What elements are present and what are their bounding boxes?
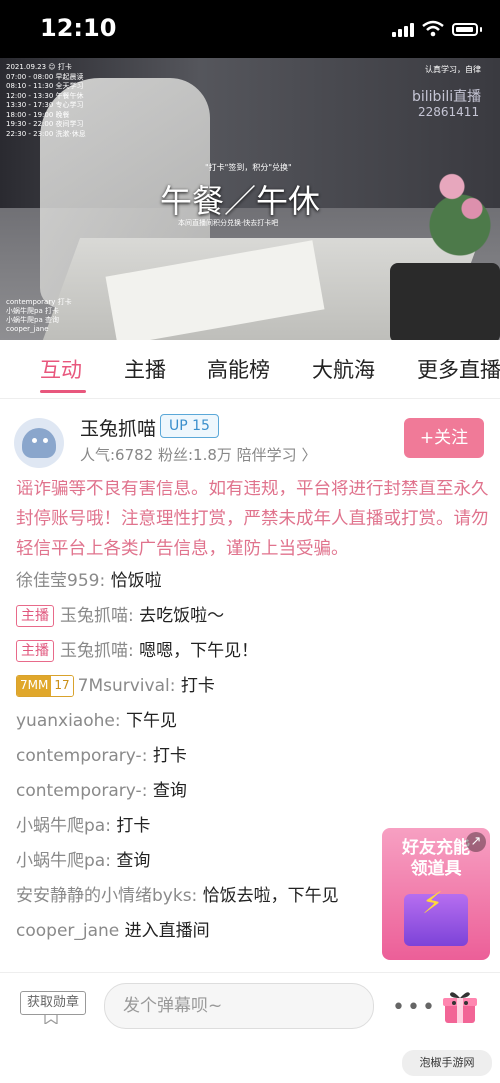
chat-message: yuanxiaohe: 下午见: [16, 704, 490, 739]
avatar[interactable]: [14, 418, 64, 468]
chat-username[interactable]: contemporary-:: [16, 746, 147, 766]
chat-username[interactable]: 玉兔抓喵:: [60, 606, 134, 626]
chat-text: 去吃饭啦～: [133, 606, 225, 626]
chat-username[interactable]: 7Msurvival:: [78, 676, 176, 696]
chat-username[interactable]: 小蜗牛爬pa:: [16, 851, 111, 871]
chat-message: contemporary-: 查询: [16, 774, 490, 809]
friend-charge-promo[interactable]: 好友充能 领道具 ⚡ ↗: [382, 828, 490, 960]
schedule-line: 19:30 - 22:00 夜间学习: [6, 120, 84, 128]
tab-guard[interactable]: 大航海: [312, 354, 375, 384]
battery-icon: [452, 23, 478, 36]
chat-message: contemporary-: 打卡: [16, 739, 490, 774]
schedule-line: 2021.09.23 ☺ 打卡: [6, 63, 72, 71]
gift-icon[interactable]: [442, 989, 478, 1025]
chat-text: 查询: [147, 781, 187, 801]
overlay-chat-line: 小蜗牛爬pa 查询: [6, 316, 59, 324]
chat-text: 恰饭去啦，下午见: [197, 886, 339, 906]
active-tab-indicator: [40, 390, 86, 393]
schedule-line: 08:10 - 11:30 全天学习: [6, 82, 84, 90]
video-chat-overlay: contemporary 打卡 小蜗牛爬pa 打卡 小蜗牛爬pa 查询 coop…: [6, 298, 121, 334]
bilibili-live-logo: bilibili直播: [412, 89, 482, 105]
schedule-overlay: 2021.09.23 ☺ 打卡 07:00 - 08:00 早起晨读 08:10…: [6, 63, 106, 139]
clock: 12:10: [40, 14, 117, 42]
room-id: 22861411: [418, 105, 480, 119]
video-title-top: "打卡"签到，积分"兑换": [205, 163, 292, 172]
video-title-sub: 本间直播间积分兑换·快去打卡吧: [178, 219, 279, 227]
chat-username[interactable]: 安安静静的小情绪byks:: [16, 886, 197, 906]
battery-tip: [480, 27, 482, 32]
promo-line2: 领道具: [410, 859, 462, 879]
chat-message: 主播 玉兔抓喵: 嗯嗯，下午见！: [16, 634, 490, 669]
site-watermark: 泡椒手游网: [402, 1050, 492, 1076]
schedule-line: 18:00 - 19:00 晚餐: [6, 110, 70, 119]
schedule-line: 07:00 - 08:00 早起晨读: [6, 72, 84, 81]
chat-text: 进入直播间: [119, 921, 210, 941]
fan-medal-name: 7MM: [17, 676, 52, 696]
chat-message: 徐佳莹959: 恰饭啦: [16, 564, 490, 599]
get-medal-button[interactable]: 获取勋章: [20, 991, 86, 1015]
lightning-icon: ⚡: [422, 886, 444, 921]
video-flowers: [420, 148, 500, 258]
video-title: 午餐／午休: [160, 182, 321, 220]
video-corner-note: 认真学习，自律: [425, 65, 481, 74]
tab-bar: 互动 主播 高能榜 大航海 更多直播: [0, 340, 500, 399]
platform-notice: 谣诈骗等不良有害信息。如有违规，平台将进行封禁直至永久封停账号哦！注意理性打赏，…: [16, 480, 489, 559]
schedule-line: 22:30 - 23:00 洗漱·休息: [6, 129, 86, 138]
chat-text: 打卡: [110, 816, 151, 836]
schedule-line: 12:00 - 13:30 午餐午休: [6, 91, 84, 100]
chat-message: 主播 玉兔抓喵: 去吃饭啦～: [16, 599, 490, 634]
cellular-signal-icon: [392, 23, 416, 37]
host-badge: 主播: [16, 640, 54, 662]
tab-interact[interactable]: 互动: [40, 354, 82, 384]
more-options-icon[interactable]: •••: [392, 995, 437, 1020]
live-video-player[interactable]: 2021.09.23 ☺ 打卡 07:00 - 08:00 早起晨读 08:10…: [0, 58, 500, 340]
chat-username[interactable]: 玉兔抓喵:: [60, 641, 134, 661]
chat-username[interactable]: 徐佳莹959:: [16, 571, 105, 591]
tab-more-live[interactable]: 更多直播: [417, 354, 500, 384]
overlay-chat-line: contemporary 打卡: [6, 298, 72, 306]
ribbon-icon: [44, 1014, 58, 1024]
overlay-chat-line: 小蜗牛爬pa 打卡: [6, 307, 59, 315]
chat-text: 打卡: [147, 746, 187, 766]
chat-message: 7MM 17 7Msurvival: 打卡: [16, 669, 490, 704]
fan-medal-level: 17: [51, 676, 73, 696]
follow-button[interactable]: +关注: [404, 418, 484, 458]
streamer-info: 玉兔抓喵 UP 15 人气:6782 粉丝:1.8万 陪伴学习 〉 +关注: [0, 398, 500, 480]
promo-expand-icon[interactable]: ↗: [466, 832, 486, 852]
chat-text: 嗯嗯，下午见！: [133, 641, 259, 661]
chat-text: 下午见: [120, 711, 177, 731]
chat-text: 打卡: [175, 676, 215, 696]
chat-username[interactable]: contemporary-:: [16, 781, 147, 801]
status-bar: 12:10: [0, 0, 500, 58]
chat-text: 查询: [110, 851, 151, 871]
danmaku-input[interactable]: [105, 984, 361, 1028]
chat-username[interactable]: 小蜗牛爬pa:: [16, 816, 111, 836]
chat-username[interactable]: yuanxiaohe:: [16, 711, 121, 731]
wifi-icon: [422, 20, 444, 37]
streamer-stats[interactable]: 人气:6782 粉丝:1.8万 陪伴学习 〉: [80, 444, 316, 465]
overlay-chat-line: cooper_jane: [6, 325, 49, 333]
host-badge: 主播: [16, 605, 54, 627]
chat-text: 恰饭啦: [105, 571, 162, 591]
schedule-line: 13:30 - 17:30 专心学习: [6, 101, 84, 109]
up-level-badge: UP 15: [160, 414, 219, 438]
tab-leaderboard[interactable]: 高能榜: [207, 354, 270, 384]
video-mousepad: [390, 263, 500, 340]
danmaku-input-box[interactable]: [104, 983, 374, 1029]
tab-streamer[interactable]: 主播: [124, 354, 166, 384]
chat-username[interactable]: cooper_jane: [16, 921, 119, 941]
streamer-name[interactable]: 玉兔抓喵: [80, 414, 156, 441]
fan-medal[interactable]: 7MM 17: [16, 675, 74, 697]
